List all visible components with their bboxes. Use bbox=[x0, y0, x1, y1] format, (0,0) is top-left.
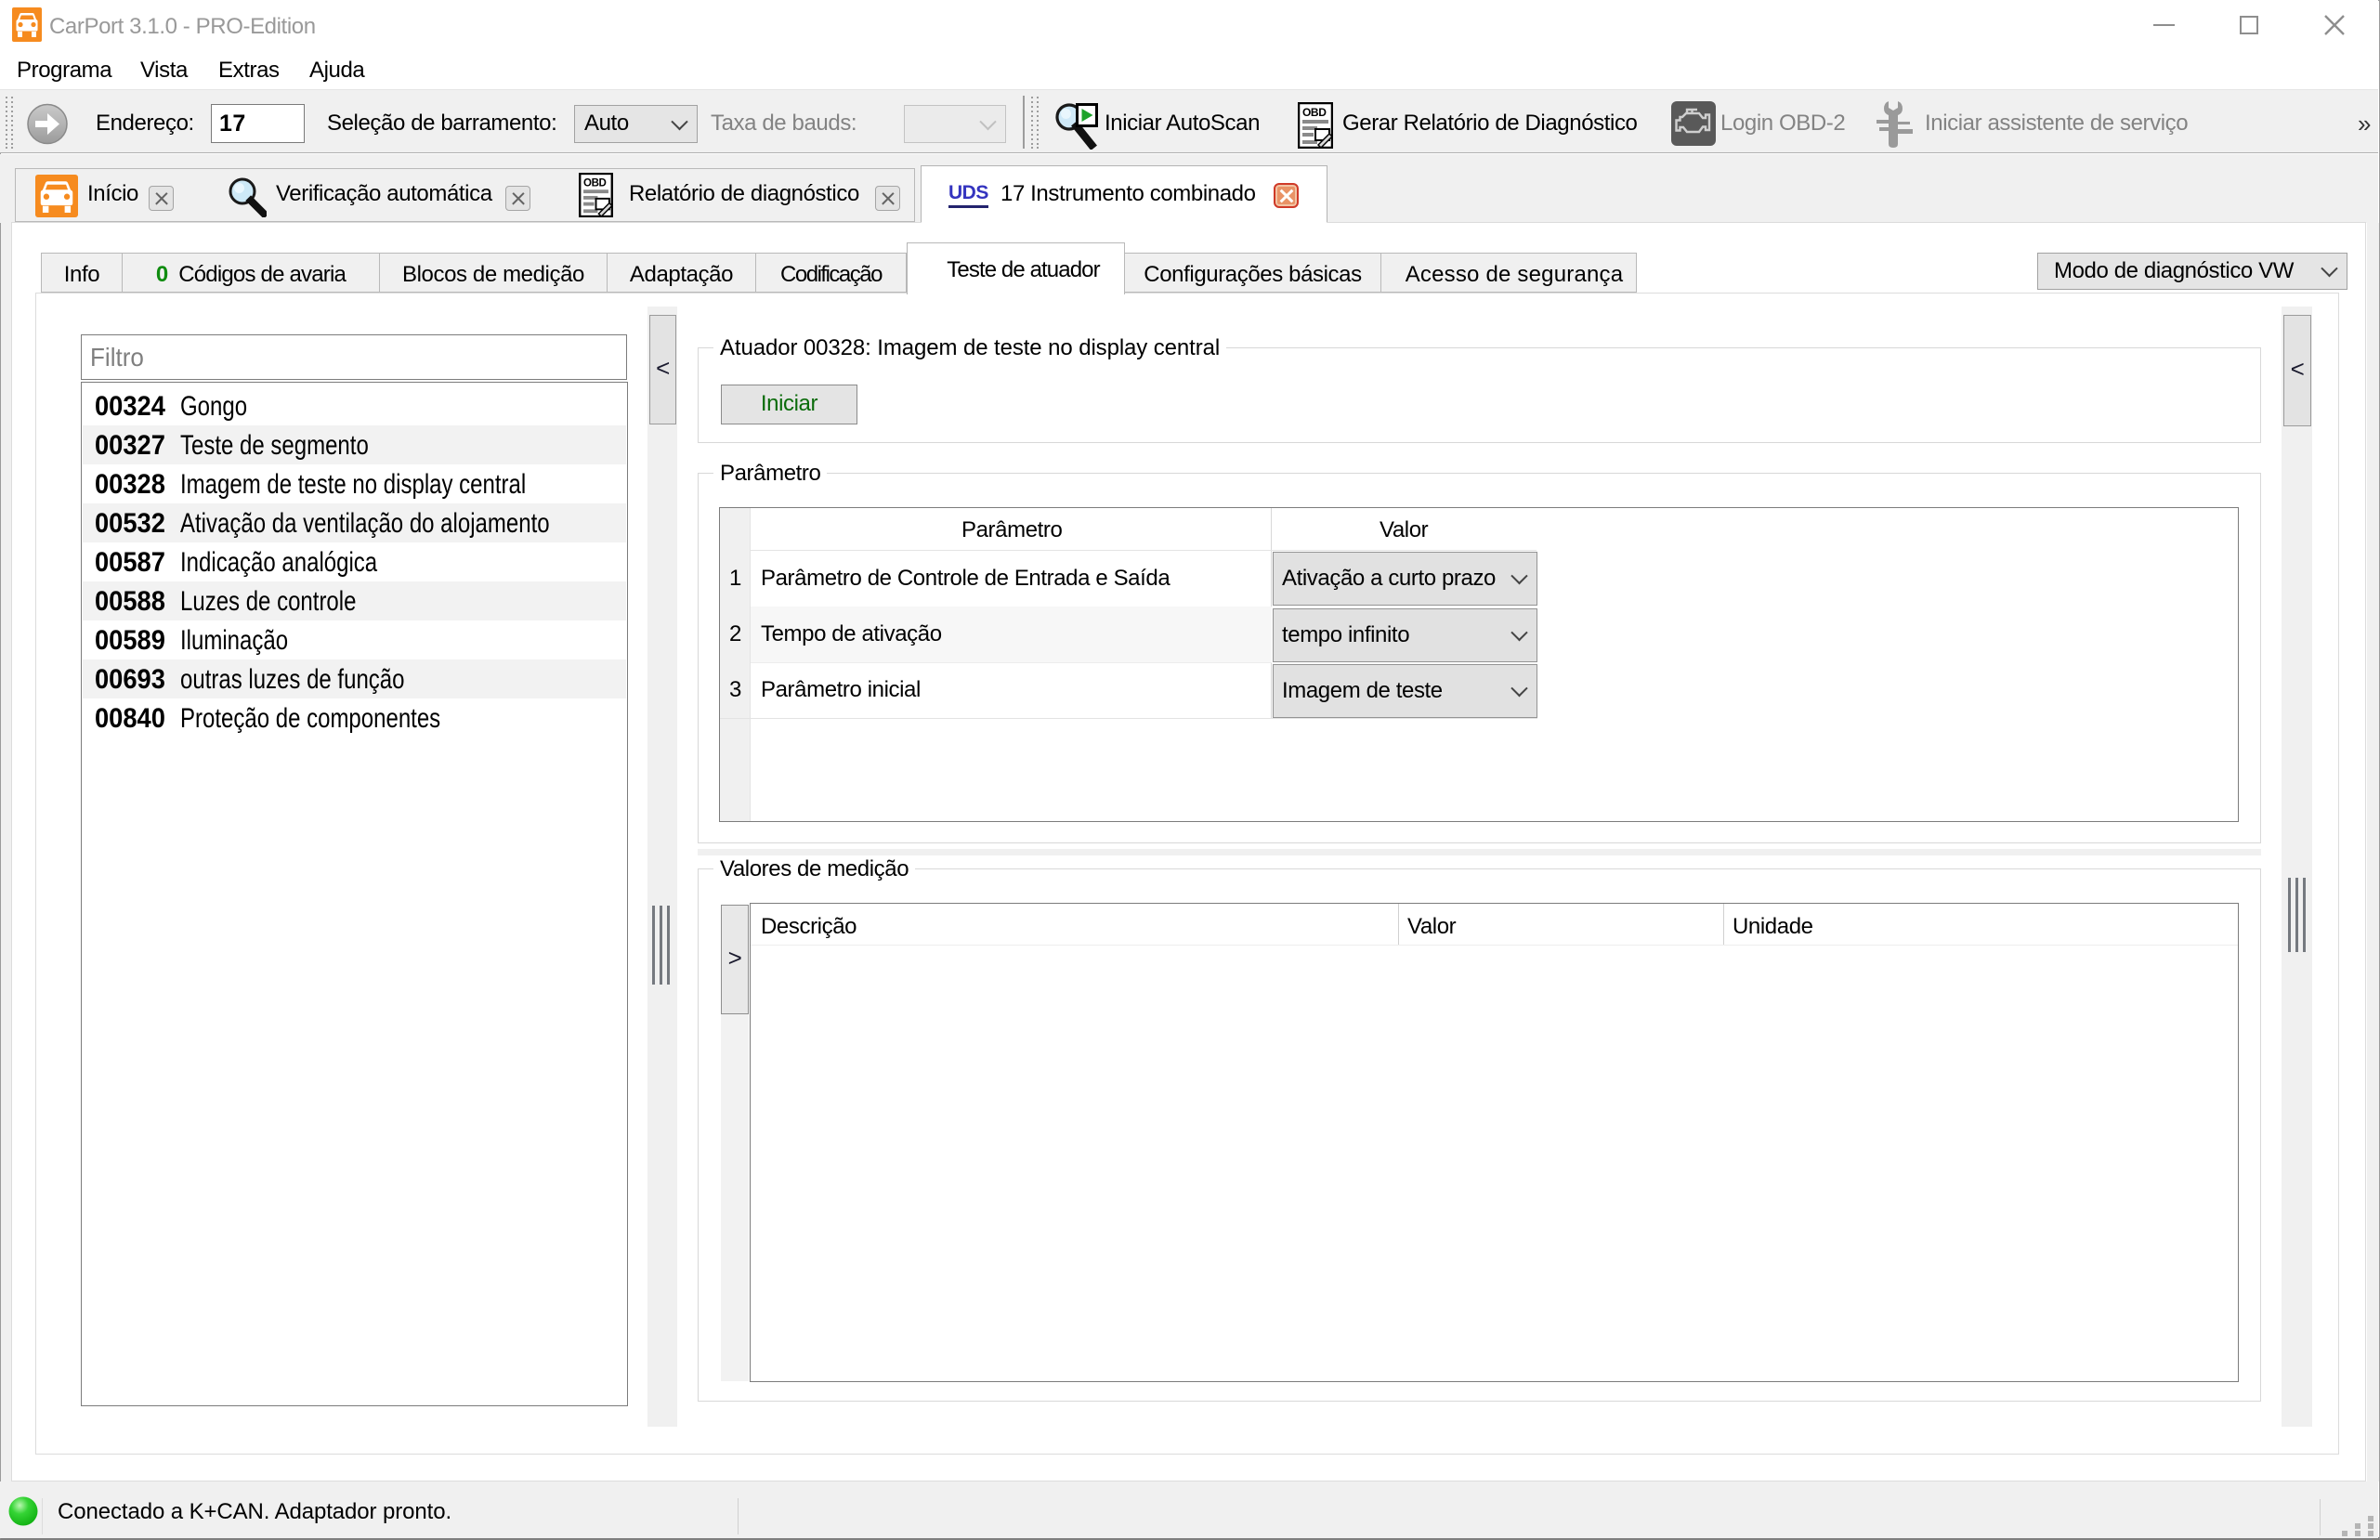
svg-text:OBD: OBD bbox=[583, 177, 607, 189]
svg-text:OBD: OBD bbox=[1302, 106, 1327, 119]
